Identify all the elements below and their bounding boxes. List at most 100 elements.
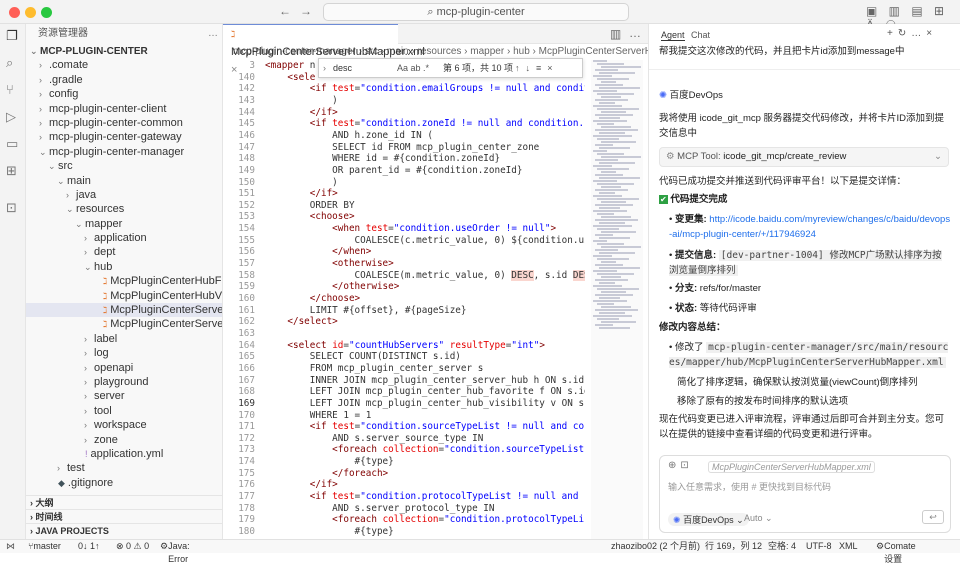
minimap-line [595, 294, 633, 296]
minimap-line [595, 204, 633, 206]
git-file-icon: ◆ [58, 477, 65, 488]
tree-folder[interactable]: › dept [26, 245, 222, 259]
tree-folder[interactable]: › mcp-plugin-center-gateway [26, 130, 222, 144]
attached-file-chip[interactable]: McpPluginCenterServerHubMapper.xml [708, 461, 875, 473]
sync-indicator[interactable]: 0↓ 1↑ [78, 540, 100, 553]
chevron-right-icon: › [84, 348, 87, 359]
remote-indicator[interactable]: ⋈ [6, 540, 15, 553]
source-control-icon[interactable]: ⑂ [6, 82, 14, 97]
panel-java-projects[interactable]: › JAVA PROJECTS [26, 523, 222, 537]
tree-folder[interactable]: ⌄ main [26, 174, 222, 188]
cursor-position[interactable]: 行 169，列 12 [705, 540, 762, 553]
send-button[interactable]: ↩ [922, 510, 944, 524]
tab-chat[interactable]: Chat [691, 30, 710, 40]
comate-icon[interactable]: ⊡ [6, 200, 17, 216]
encoding[interactable]: UTF-8 [806, 540, 832, 553]
find-options[interactable]: Aa ab .* [397, 59, 429, 77]
chat-input[interactable]: 输入任意需求，使用 # 更快找到目标代码 [668, 480, 831, 493]
tree-folder[interactable]: ! application.yml [26, 447, 222, 461]
chevron-down-icon: ⌄ [57, 175, 65, 186]
tree-item-label: application [94, 232, 147, 245]
search-icon[interactable]: ⌕ [6, 55, 13, 71]
line-number: 173 [238, 444, 255, 456]
tree-file[interactable]: ℷMcpPluginCenterServerHubMetri... [26, 317, 222, 331]
tab-agent[interactable]: Agent [661, 30, 685, 41]
tree-file[interactable]: ℷMcpPluginCenterHubVisibilityMap... [26, 289, 222, 303]
project-root[interactable]: ⌄ MCP-PLUGIN-CENTER [26, 44, 222, 58]
tree-folder[interactable]: › .gradle [26, 73, 222, 87]
find-nav-icons[interactable]: ↑↓≡× [515, 59, 559, 77]
tree-folder[interactable]: ⌄ hub [26, 260, 222, 274]
tree-folder[interactable]: › mcp-plugin-center-common [26, 116, 222, 130]
minimap-line [593, 120, 627, 122]
tree-folder[interactable]: ⌄ mapper [26, 217, 222, 231]
bot-intro: 我将使用 icode_git_mcp 服务器提交代码修改，并将卡片ID添加到提交… [659, 113, 945, 139]
tree-folder[interactable]: ⌄ mcp-plugin-center-manager [26, 145, 222, 159]
minimap-line [601, 201, 626, 203]
code-view[interactable]: 3 <mapper n 140 <sele 142 <if test="conditi… [223, 60, 585, 539]
tab-mapper-xml[interactable]: ℷ McpPluginCenterServerHubMapper.xml × [223, 24, 425, 76]
attach-icons[interactable]: ⊕⊡ [668, 460, 693, 471]
tree-folder[interactable]: › label [26, 332, 222, 346]
chevron-right-icon: › [57, 463, 60, 474]
extensions-icon[interactable]: ⊞ [6, 163, 17, 179]
panel-timeline[interactable]: › 时间线 [26, 509, 222, 523]
branch-indicator[interactable]: ⑂ master [28, 540, 61, 553]
agent-selector[interactable]: ✺ 百度DevOps ⌄ [668, 513, 749, 526]
indentation[interactable]: 空格: 4 [768, 540, 796, 553]
line-number: 164 [238, 339, 255, 351]
model-selector[interactable]: Auto ⌄ [744, 513, 773, 524]
tree-folder[interactable]: › workspace [26, 418, 222, 432]
tree-folder[interactable]: › .comate [26, 58, 222, 72]
forward-arrow-icon[interactable]: → [300, 4, 312, 18]
tree-folder[interactable]: › zone [26, 433, 222, 447]
tree-folder[interactable]: › playground [26, 375, 222, 389]
tree-folder[interactable]: › test [26, 461, 222, 475]
chevron-down-icon: ⌄ [48, 161, 56, 172]
panel-outline[interactable]: › 大纲 [26, 495, 222, 509]
split-editor-icon[interactable]: ▥ [610, 27, 621, 41]
minimap-line [593, 60, 607, 62]
tree-folder[interactable]: ⌄ src [26, 159, 222, 173]
tree-file[interactable]: ℷMcpPluginCenterServerHubMapp... [26, 303, 222, 318]
line-number: 150 [238, 176, 255, 188]
editor-area: ℷ McpPluginCenterServerHubMapper.xml × ▥… [223, 24, 648, 539]
find-input[interactable]: desc [333, 59, 352, 77]
chat-header-icons[interactable]: +↻…× [887, 28, 937, 39]
tree-folder[interactable]: › application [26, 231, 222, 245]
tree-folder[interactable]: › tool [26, 404, 222, 418]
git-blame[interactable]: zhaozibo02 (2 个月前) [611, 540, 700, 553]
tree-file[interactable]: ℷMcpPluginCenterHubFavoriteMap... [26, 274, 222, 288]
java-status[interactable]: ⚙ Java: Error [160, 540, 190, 564]
comate-settings[interactable]: ⚙ Comate设置 [876, 540, 916, 564]
more-actions-icon[interactable]: … [629, 26, 641, 40]
line-number: 143 [238, 94, 255, 106]
tree-folder[interactable]: › config [26, 87, 222, 101]
language-mode[interactable]: XML [839, 540, 858, 553]
tree-folder[interactable]: › log [26, 346, 222, 360]
tree-item-label: .gradle [49, 73, 83, 86]
maximize-window-button[interactable] [41, 7, 52, 18]
changeset-link[interactable]: http://icode.baidu.com/myreview/changes/… [669, 214, 950, 240]
tree-folder[interactable]: › openapi [26, 361, 222, 375]
explorer-icon[interactable]: ❐ [6, 28, 18, 44]
chevron-right-icon: › [39, 132, 42, 143]
minimap[interactable] [591, 60, 643, 539]
close-window-button[interactable] [9, 7, 20, 18]
remote-icon[interactable]: ▭ [6, 136, 18, 152]
back-arrow-icon[interactable]: ← [279, 4, 291, 18]
tree-folder[interactable]: › mcp-plugin-center-client [26, 102, 222, 116]
status-bar: ⋈ ⑂ master 0↓ 1↑ ⊗ 0 ⚠ 0 ⚙ Java: Error z… [0, 539, 960, 564]
command-center[interactable]: ⌕ mcp-plugin-center [323, 3, 629, 21]
tree-folder[interactable]: › server [26, 389, 222, 403]
code-line: ) [265, 94, 338, 106]
find-toggle-icon[interactable]: › [323, 59, 326, 77]
tree-folder[interactable]: ⌄ resources [26, 202, 222, 216]
tree-folder[interactable]: ◆ .gitignore [26, 476, 222, 490]
mcp-tool-card[interactable]: ⚙ MCP Tool: icode_git_mcp/create_review ⌄ [659, 147, 949, 167]
problems-indicator[interactable]: ⊗ 0 ⚠ 0 [116, 540, 149, 553]
run-debug-icon[interactable]: ▷ [6, 109, 16, 125]
minimize-window-button[interactable] [25, 7, 36, 18]
tree-folder[interactable]: › java [26, 188, 222, 202]
code-line: AND s.server_protocol_type IN [265, 502, 495, 514]
